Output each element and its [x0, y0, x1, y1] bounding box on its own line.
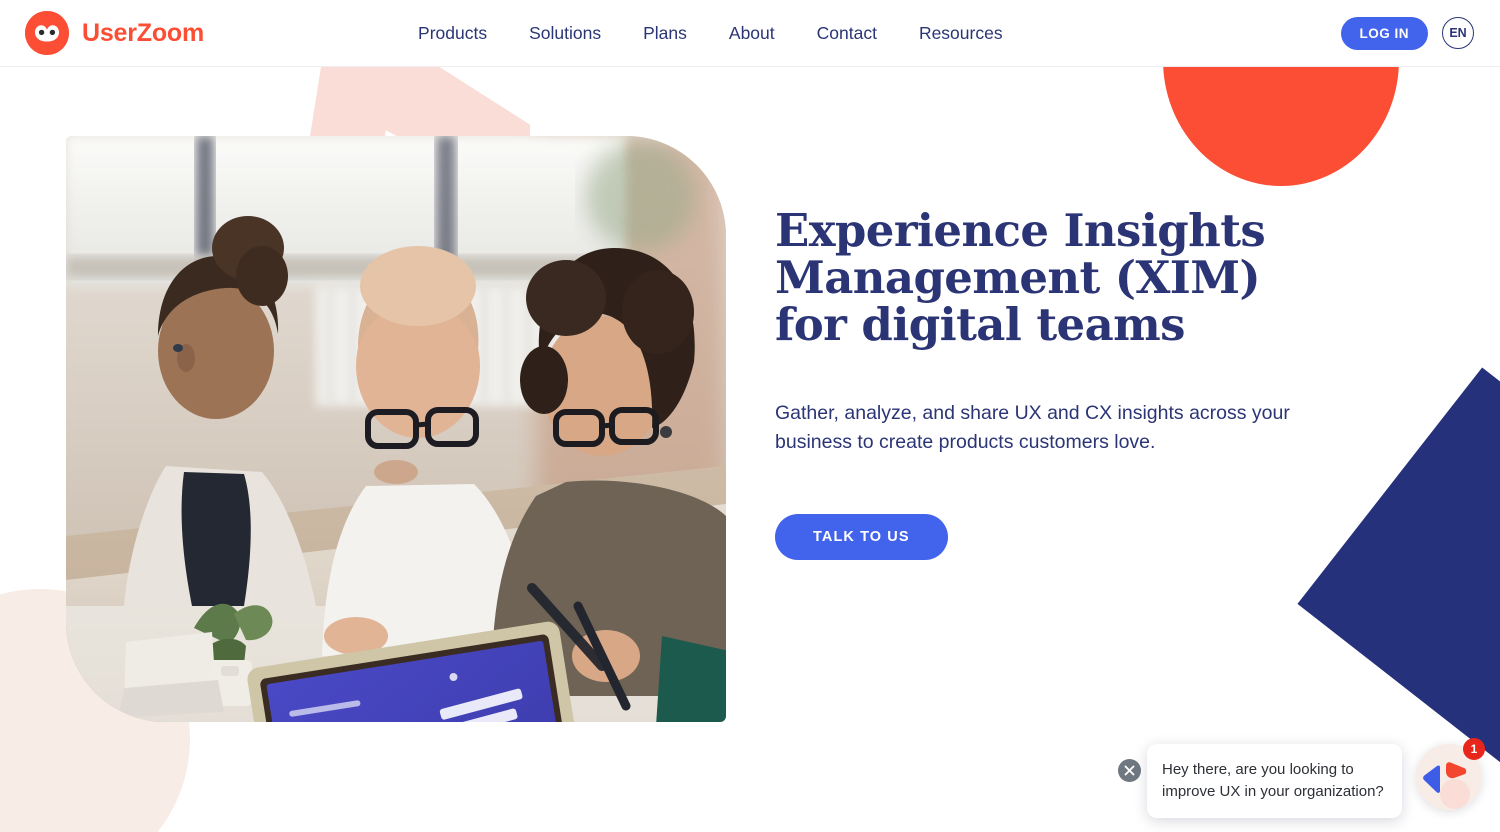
hero-content: Experience Insights Management (XIM) for…	[775, 204, 1335, 561]
chat-unread-badge: 1	[1463, 738, 1485, 761]
close-icon[interactable]	[1118, 759, 1141, 783]
talk-to-us-button[interactable]: TALK TO US	[775, 514, 948, 561]
nav-item-products[interactable]: Products	[418, 23, 487, 44]
brand-logo[interactable]: UserZoom	[25, 11, 204, 55]
site-header: UserZoom Products Solutions Plans About …	[0, 0, 1500, 67]
nav-item-resources[interactable]: Resources	[919, 23, 1003, 44]
page-title: Experience Insights Management (XIM) for…	[775, 204, 1266, 351]
header-actions: LOG IN EN	[1340, 16, 1474, 50]
owl-icon	[25, 11, 69, 55]
landing-page: UserZoom Products Solutions Plans About …	[0, 0, 1500, 832]
main-navigation: Products Solutions Plans About Contact R…	[418, 23, 1003, 44]
nav-item-plans[interactable]: Plans	[643, 23, 687, 44]
language-selector-button[interactable]: EN	[1442, 17, 1474, 49]
nav-item-contact[interactable]: Contact	[817, 23, 877, 44]
nav-item-solutions[interactable]: Solutions	[529, 23, 601, 44]
chat-widget: Hey there, are you looking to improve UX…	[1118, 732, 1500, 818]
brand-name: UserZoom	[82, 18, 205, 47]
hero-image	[66, 136, 726, 722]
nav-item-about[interactable]: About	[729, 23, 775, 44]
chat-avatar-container: 1	[1416, 732, 1485, 811]
login-button[interactable]: LOG IN	[1340, 16, 1428, 50]
chat-message-text: Hey there, are you looking to improve UX…	[1162, 761, 1384, 800]
hero-subtitle: Gather, analyze, and share UX and CX ins…	[775, 402, 1290, 454]
chat-message-bubble[interactable]: Hey there, are you looking to improve UX…	[1147, 744, 1402, 818]
